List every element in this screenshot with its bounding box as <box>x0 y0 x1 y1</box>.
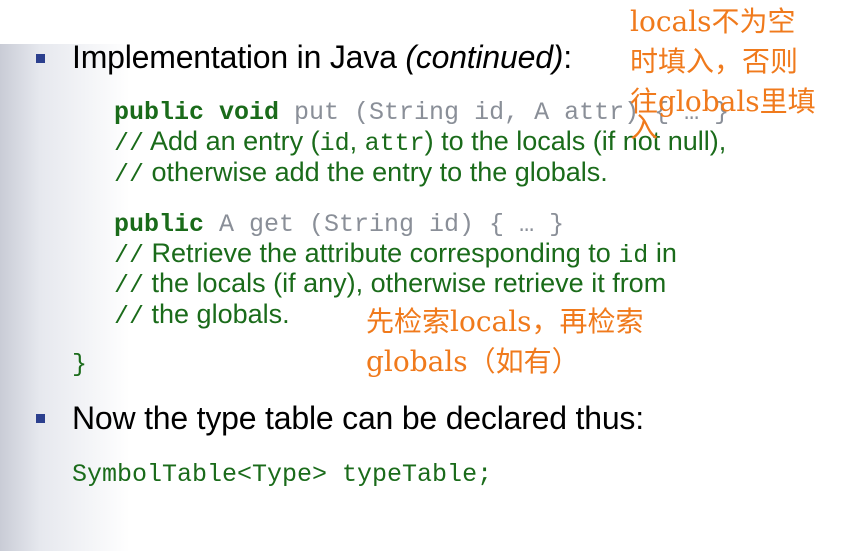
code-line-get-comment-2: // the locals (if any), otherwise retrie… <box>114 268 666 300</box>
comment-slashes: // <box>114 160 145 189</box>
comment-text: in <box>648 238 677 268</box>
annotation-line: globals（如有） <box>366 345 580 378</box>
keyword-public: public <box>114 210 205 239</box>
annotation-line: 先检索locals，再检索 <box>366 305 644 338</box>
put-annotation: locals不为空 时填入，否则 往globals里填 入 <box>630 2 816 148</box>
code-line-get-comment-3: // the globals. <box>114 299 290 331</box>
get-signature: A get (String id) { … } <box>204 210 565 239</box>
comment-text: the locals (if any), otherwise retrieve … <box>144 268 667 298</box>
bullet-marker <box>36 54 45 63</box>
comment-text: otherwise add the entry to the globals. <box>144 157 608 187</box>
annotation-line: 时填入，否则 <box>630 45 799 78</box>
bullet-two-text: Now the type table can be declared thus: <box>72 400 644 436</box>
declaration-line: SymbolTable<Type> typeTable; <box>72 457 492 489</box>
get-annotation: 先检索locals，再检索 globals（如有） <box>366 302 644 382</box>
bullet-marker <box>36 414 45 423</box>
heading-colon: : <box>563 39 572 75</box>
code-id: id <box>618 241 649 270</box>
code-id: id <box>319 129 350 158</box>
comment-text: Retrieve the attribute corresponding to <box>144 238 619 268</box>
comment-text: the globals. <box>144 299 290 329</box>
closing-brace: } <box>72 350 88 379</box>
code-attr: attr <box>364 129 425 158</box>
comment-slashes: // <box>114 129 145 158</box>
code-line-get-signature: public A get (String id) { … } <box>114 207 564 239</box>
code-line-put-comment-2: // otherwise add the entry to the global… <box>114 157 608 189</box>
comment-text: , <box>349 126 365 156</box>
code-line-get-comment-1: // Retrieve the attribute corresponding … <box>114 238 677 270</box>
keyword-public-void: public void <box>114 98 280 127</box>
annotation-line: locals不为空 <box>630 5 796 38</box>
comment-slashes: // <box>114 241 145 270</box>
slide-heading: Implementation in Java (continued): <box>72 39 572 76</box>
comment-slashes: // <box>114 271 145 300</box>
comment-text: Add an entry ( <box>144 126 320 156</box>
type-table-declaration: SymbolTable<Type> typeTable; <box>72 460 493 489</box>
heading-text: Implementation in Java <box>72 39 406 75</box>
heading-italic: (continued) <box>405 39 564 75</box>
comment-slashes: // <box>114 302 145 331</box>
